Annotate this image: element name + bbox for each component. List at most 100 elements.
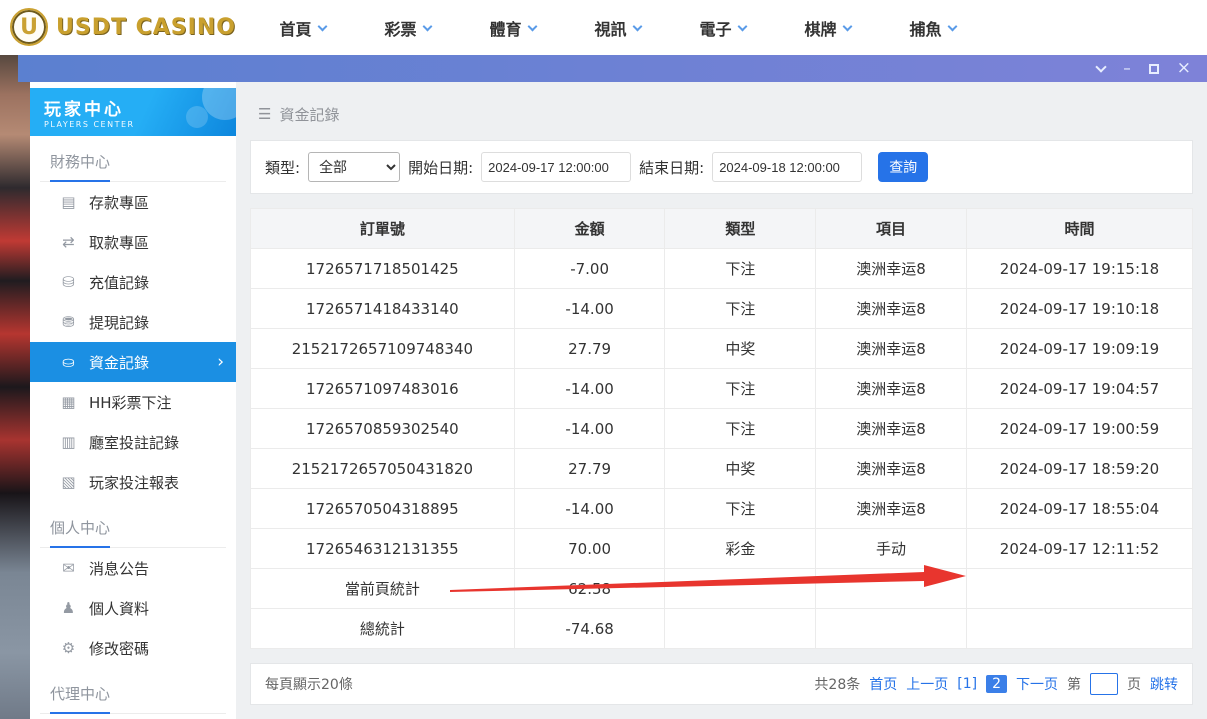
sidebar-item-player-bet-report[interactable]: ▧玩家投注報表 xyxy=(30,462,236,502)
cell-order-no: 1726571718501425 xyxy=(251,249,515,289)
cell-type: 下注 xyxy=(665,369,816,409)
cell-type: 下注 xyxy=(665,409,816,449)
nav-item-slots[interactable]: 電子 xyxy=(670,16,775,40)
sidebar-item-label: 消息公告 xyxy=(89,558,149,579)
table-row: 215217265705043182027.79中奖澳洲幸运82024-09-1… xyxy=(251,449,1193,489)
table-row: 1726570504318895-14.00下注澳洲幸运82024-09-17 … xyxy=(251,489,1193,529)
start-date-input[interactable] xyxy=(481,152,631,182)
sidebar: 玩家中心 PLAYERS CENTER 財務中心▤存款專區⇄取款專區⛁充值記錄⛃… xyxy=(30,82,236,719)
cell-time: 2024-09-17 19:10:18 xyxy=(966,289,1192,329)
nav-item-chess-cards[interactable]: 棋牌 xyxy=(775,16,880,40)
password-icon: ⚙ xyxy=(60,639,77,657)
col-header-type: 類型 xyxy=(665,209,816,249)
players-center-title: 玩家中心 xyxy=(44,95,236,120)
next-page-link[interactable]: 下一页 xyxy=(1016,674,1058,694)
cell-order-no: 1726571418433140 xyxy=(251,289,515,329)
sidebar-item-change-password[interactable]: ⚙修改密碼 xyxy=(30,628,236,668)
sidebar-item-fund-record[interactable]: ⛀資金記錄› xyxy=(30,342,236,382)
cell-amount: -14.00 xyxy=(514,289,665,329)
page-1-link[interactable]: [1] xyxy=(957,676,977,692)
sidebar-item-profile[interactable]: ♟個人資料 xyxy=(30,588,236,628)
cell-item: 澳洲幸运8 xyxy=(816,329,967,369)
first-page-link[interactable]: 首页 xyxy=(869,674,897,694)
cell-type: 下注 xyxy=(665,489,816,529)
sidebar-item-withdraw[interactable]: ⇄取款專區 xyxy=(30,222,236,262)
table-row: 172654631213135570.00彩金手动2024-09-17 12:1… xyxy=(251,529,1193,569)
table-row: 1726571097483016-14.00下注澳洲幸运82024-09-17 … xyxy=(251,369,1193,409)
sidebar-item-label: 取款專區 xyxy=(89,232,149,253)
sidebar-section-title: 代理中心 xyxy=(40,668,226,714)
sidebar-item-hh-lottery-bet[interactable]: ▦HH彩票下注 xyxy=(30,382,236,422)
jump-button[interactable]: 跳转 xyxy=(1150,674,1178,694)
sidebar-item-withdrawal-record[interactable]: ⛃提現記錄 xyxy=(30,302,236,342)
table-row: 1726570859302540-14.00下注澳洲幸运82024-09-17 … xyxy=(251,409,1193,449)
cell-order-no: 1726570504318895 xyxy=(251,489,515,529)
cell-type: 中奖 xyxy=(665,449,816,489)
sidebar-item-room-bet-record[interactable]: ▥ 廳室投註記錄 xyxy=(30,422,236,462)
logo[interactable]: U USDT CASINO xyxy=(10,8,236,46)
end-date-label: 結束日期: xyxy=(639,157,704,178)
sidebar-item-deposit[interactable]: ▤存款專區 xyxy=(30,182,236,222)
end-date-input[interactable] xyxy=(712,152,862,182)
room-bet-record-icon: ▥ xyxy=(60,433,77,451)
chevron-down-icon xyxy=(317,21,327,31)
cell-order-no: 1726571097483016 xyxy=(251,369,515,409)
players-center-subtitle: PLAYERS CENTER xyxy=(44,120,236,129)
menu-icon[interactable]: ☰ xyxy=(258,105,271,123)
summary-label: 總統計 xyxy=(251,609,515,649)
cell-amount: 70.00 xyxy=(514,529,665,569)
cell-type: 下注 xyxy=(665,289,816,329)
sidebar-item-label: 資金記錄 xyxy=(89,352,149,373)
sidebar-item-label: 充值記錄 xyxy=(89,272,149,293)
sidebar-item-label: 廳室投註記錄 xyxy=(89,432,179,453)
sidebar-item-recharge-record[interactable]: ⛁充值記錄 xyxy=(30,262,236,302)
main-nav: 首頁彩票 體育 視訊電子棋牌捕魚 xyxy=(250,0,985,55)
page-size-text: 每頁顯示20條 xyxy=(265,674,353,694)
sidebar-menu: 財務中心▤存款專區⇄取款專區⛁充值記錄⛃提現記錄⛀資金記錄›▦HH彩票下注▥廳室… xyxy=(30,136,236,714)
nav-item-lottery[interactable]: 彩票 xyxy=(355,16,460,40)
cell-item: 澳洲幸运8 xyxy=(816,249,967,289)
close-icon[interactable]: × xyxy=(1177,60,1191,77)
fund-records-table: 訂單號金額類型項目時間 1726571718501425-7.00下注澳洲幸运8… xyxy=(250,208,1193,649)
cell-time: 2024-09-17 19:04:57 xyxy=(966,369,1192,409)
nav-item-fishing[interactable]: 捕魚 xyxy=(880,16,985,40)
sidebar-item-label: HH彩票下注 xyxy=(89,392,172,413)
summary-row: 總統計-74.68 xyxy=(251,609,1193,649)
table-header-row: 訂單號金額類型項目時間 xyxy=(251,209,1193,249)
players-center-window: – × 玩家中心 PLAYERS CENTER 財務中心▤存款專區⇄取款專區⛁充… xyxy=(18,55,1207,719)
cell-amount: -14.00 xyxy=(514,489,665,529)
chevron-down-icon xyxy=(842,21,852,31)
cell-type: 中奖 xyxy=(665,329,816,369)
type-label: 類型: xyxy=(265,157,300,178)
cell-time: 2024-09-17 19:09:19 xyxy=(966,329,1192,369)
page-title: 資金記錄 xyxy=(279,104,339,125)
summary-amount: 62.58 xyxy=(514,569,665,609)
cell-amount: -7.00 xyxy=(514,249,665,289)
col-header-time: 時間 xyxy=(966,209,1192,249)
minimize-icon[interactable]: – xyxy=(1123,61,1131,76)
jump-page-input[interactable] xyxy=(1090,673,1118,695)
query-button[interactable]: 查詢 xyxy=(878,152,928,182)
cell-item: 澳洲幸运8 xyxy=(816,489,967,529)
nav-item-home[interactable]: 首頁 xyxy=(250,16,355,40)
prev-page-link[interactable]: 上一页 xyxy=(906,674,948,694)
window-chevron-down-icon[interactable] xyxy=(1096,61,1107,72)
maximize-icon[interactable] xyxy=(1149,64,1159,74)
withdrawal-record-icon: ⛃ xyxy=(60,313,77,331)
table-row: 1726571418433140-14.00下注澳洲幸运82024-09-17 … xyxy=(251,289,1193,329)
chevron-down-icon xyxy=(527,21,537,31)
nav-item-sports[interactable]: 體育 xyxy=(460,16,565,40)
type-select-control[interactable]: 全部 xyxy=(308,152,400,182)
page-2-current[interactable]: 2 xyxy=(986,675,1007,693)
sidebar-item-messages[interactable]: ✉消息公告 xyxy=(30,548,236,588)
table-footer: 每頁顯示20條 共28条 首页 上一页 [1] 2 下一页 第 页 跳转 xyxy=(250,663,1193,705)
cell-amount: -14.00 xyxy=(514,369,665,409)
summary-empty-cell xyxy=(665,569,816,609)
nav-item-label: 體育 xyxy=(489,16,521,40)
col-header-order-no: 訂單號 xyxy=(251,209,515,249)
table-row: 1726571718501425-7.00下注澳洲幸运82024-09-17 1… xyxy=(251,249,1193,289)
jump-suffix-label: 页 xyxy=(1127,674,1141,694)
nav-item-live-video[interactable]: 視訊 xyxy=(565,16,670,40)
cell-time: 2024-09-17 12:11:52 xyxy=(966,529,1192,569)
cell-order-no: 2152172657050431820 xyxy=(251,449,515,489)
